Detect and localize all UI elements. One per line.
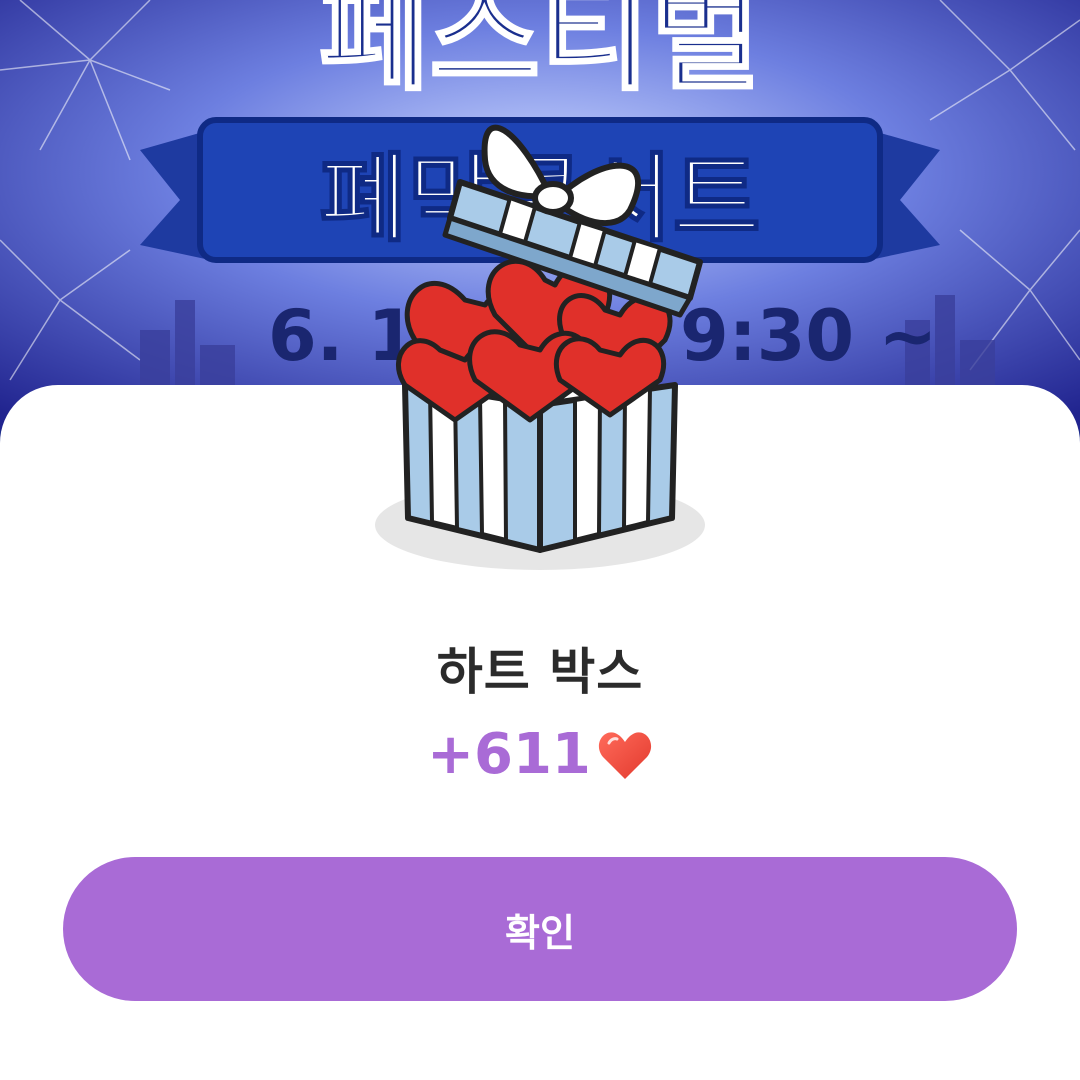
heart-icon [598,731,651,779]
reward-title: 하트 박스 [436,643,644,701]
reward-amount-row: +611 [0,722,1080,787]
confirm-button[interactable]: 확인 [63,857,1017,1001]
reward-amount: +611 [427,722,591,787]
poster-date-right: 9:30 ~ [680,295,937,377]
heart-gift-box-illustration [375,124,705,570]
poster-title: 페스티벌 [319,0,761,107]
screen: 페스티벌 폐막콘서트 6. 1 9:30 ~ [0,0,1080,1080]
